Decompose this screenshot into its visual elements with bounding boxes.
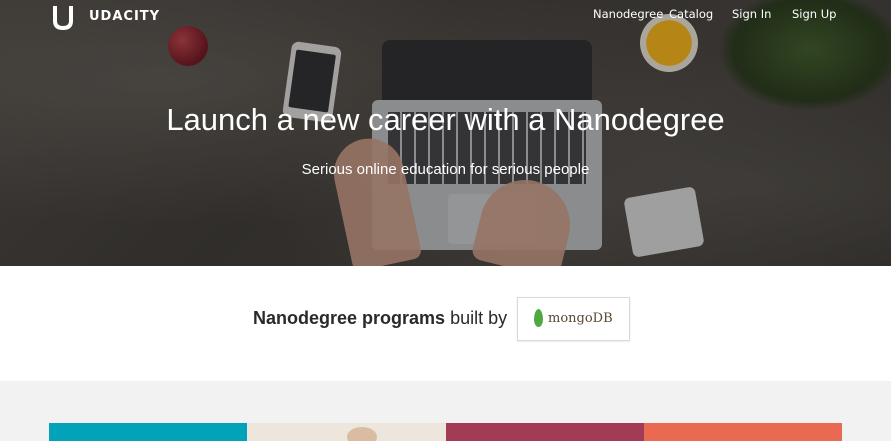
hero-title: Launch a new career with a Nanodegree	[166, 102, 725, 137]
partner-section: Nanodegree programs built by mongoDB	[0, 266, 891, 381]
mongodb-logo[interactable]: mongoDB	[517, 297, 630, 341]
hero-banner: UDACITY Nanodegree Catalog Sign In Sign …	[0, 0, 891, 266]
program-card[interactable]	[247, 423, 446, 441]
nav-link-sign-in[interactable]: Sign In	[732, 7, 771, 21]
udacity-u-icon[interactable]	[50, 4, 76, 32]
nav-link-sign-up[interactable]: Sign Up	[792, 7, 836, 21]
program-card[interactable]	[644, 423, 842, 441]
nav-link-nanodegree[interactable]: Nanodegree	[593, 7, 663, 21]
partner-heading-bold: Nanodegree programs	[253, 308, 446, 328]
partner-heading-rest: built by	[445, 308, 508, 328]
nav-link-catalog[interactable]: Catalog	[669, 7, 713, 21]
brand-name[interactable]: UDACITY	[89, 9, 160, 24]
programs-section	[0, 381, 891, 441]
program-card[interactable]	[446, 423, 644, 441]
mongodb-leaf-icon	[534, 309, 543, 327]
mongodb-logo-text: mongoDB	[548, 311, 613, 326]
person-image	[347, 427, 377, 441]
partner-heading: Nanodegree programs built by	[253, 308, 507, 329]
program-card[interactable]	[49, 423, 247, 441]
hero-subtitle: Serious online education for serious peo…	[301, 161, 590, 178]
